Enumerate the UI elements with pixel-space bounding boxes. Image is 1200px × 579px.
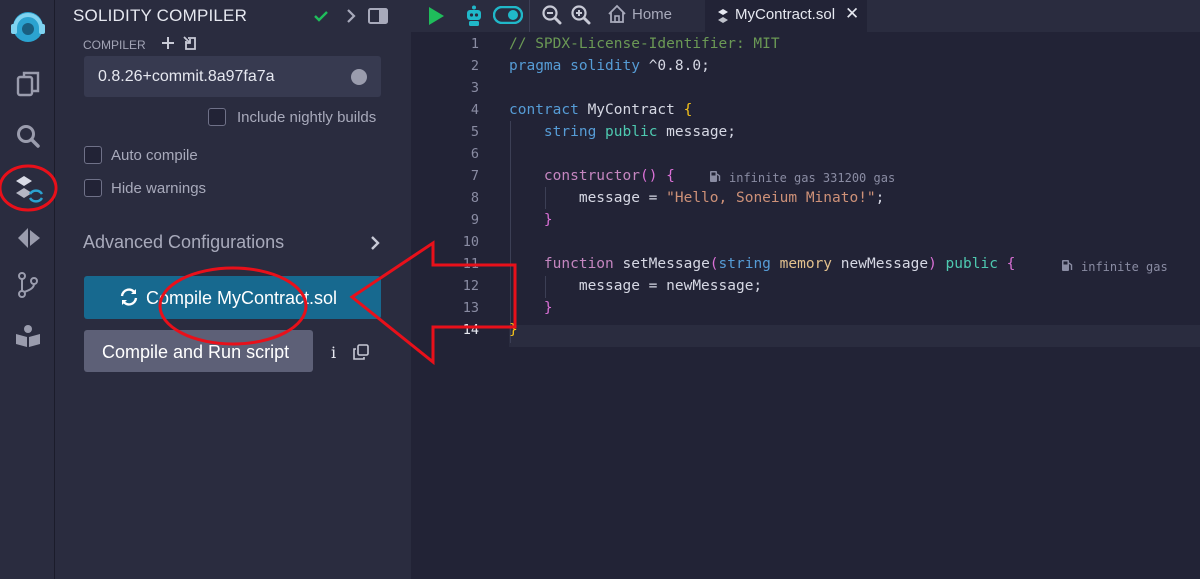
code-line: message = newMessage; (509, 278, 763, 294)
deploy-run-icon[interactable] (0, 222, 55, 254)
run-play-icon[interactable] (427, 6, 445, 31)
hide-warnings-checkbox[interactable] (84, 179, 102, 197)
copilot-robot-icon[interactable] (464, 5, 484, 32)
code-editor[interactable]: 1 2 3 4 5 6 7 8 9 10 11 12 13 14 // SPDX… (411, 33, 1200, 579)
code-line: } (543, 212, 553, 228)
remix-ide-window: SOLIDITY COMPILER COMPILER 0.8.26+commit… (0, 0, 1200, 579)
auto-compile-checkbox[interactable] (84, 146, 102, 164)
line-number: 11 (462, 256, 479, 272)
zoom-in-icon[interactable] (571, 5, 591, 30)
line-number: 4 (470, 102, 479, 118)
line-number: 13 (462, 300, 479, 316)
remix-logo-icon[interactable] (0, 4, 55, 50)
hide-warnings-label: Hide warnings (111, 180, 207, 197)
line-number: 8 (470, 190, 479, 206)
gas-pump-icon (709, 170, 721, 188)
gas-pump-icon (1061, 259, 1073, 277)
solidity-file-icon (717, 8, 729, 29)
compiler-version-select[interactable]: 0.8.26+commit.8a97fa7a (84, 56, 381, 97)
code-line: // SPDX-License-Identifier: MIT (509, 36, 780, 52)
compile-and-run-button[interactable]: Compile and Run script (84, 330, 313, 372)
line-number: 3 (470, 80, 479, 96)
info-icon[interactable]: i (331, 343, 336, 362)
tab-home[interactable]: Home (632, 6, 672, 23)
checkmark-icon (313, 6, 329, 26)
compile-and-run-label: Compile and Run script (102, 342, 290, 362)
code-line: pragma solidity ^0.8.0; (509, 58, 710, 74)
code-line: function setMessage(string memory newMes… (543, 256, 1016, 272)
nightly-builds-label: Include nightly builds (237, 109, 377, 126)
current-line-highlight (509, 325, 1200, 347)
learneth-icon[interactable] (0, 320, 55, 352)
code-line: message = "Hello, Soneium Minato!"; (509, 190, 885, 206)
code-line: constructor() { (543, 168, 675, 184)
select-arrows-icon (351, 69, 367, 85)
line-number: 14 (462, 322, 479, 338)
tab-mycontract-label: MyContract.sol (735, 6, 836, 23)
home-icon[interactable] (607, 4, 627, 29)
gas-estimate-setmessage: infinite gas (1081, 260, 1168, 274)
line-number: 10 (462, 234, 479, 250)
line-number: 1 (470, 36, 479, 52)
line-number: 2 (470, 58, 479, 74)
line-number: 5 (470, 124, 479, 140)
compile-button-label: Compile MyContract.sol (146, 288, 338, 308)
file-explorer-icon[interactable] (0, 68, 55, 100)
import-icon[interactable] (183, 35, 199, 56)
compiler-label: COMPILER (83, 38, 146, 52)
search-icon[interactable] (0, 120, 55, 152)
compile-button[interactable]: Compile MyContract.sol (84, 276, 381, 319)
nightly-builds-checkbox[interactable] (208, 108, 226, 126)
icon-rail (0, 0, 55, 579)
editor-top-bar: Home MyContract.sol ✕ (411, 0, 1200, 33)
line-number: 7 (470, 168, 479, 184)
solidity-compiler-icon[interactable] (0, 170, 55, 206)
close-icon[interactable]: ✕ (845, 4, 859, 24)
chevron-right-icon[interactable] (345, 6, 357, 26)
code-line: contract MyContract { (509, 102, 693, 118)
line-number: 9 (470, 212, 479, 228)
panel-toggle-icon[interactable] (368, 6, 388, 26)
advanced-chevron-icon[interactable] (369, 234, 381, 257)
zoom-out-icon[interactable] (542, 5, 562, 30)
solidity-compiler-panel: SOLIDITY COMPILER COMPILER 0.8.26+commit… (55, 0, 411, 579)
panel-title: SOLIDITY COMPILER (73, 6, 248, 25)
refresh-icon (119, 287, 139, 312)
tab-mycontract[interactable]: MyContract.sol ✕ (705, 0, 867, 33)
gas-estimate-constructor: infinite gas 331200 gas (729, 171, 896, 185)
git-icon[interactable] (0, 268, 55, 302)
line-number: 12 (462, 278, 479, 294)
toggle-switch-icon[interactable] (492, 5, 524, 29)
line-number: 6 (470, 146, 479, 162)
compiler-version-value: 0.8.26+commit.8a97fa7a (98, 68, 275, 85)
code-line: } (543, 300, 553, 316)
code-line: string public message; (543, 124, 737, 140)
topbar-divider (529, 0, 530, 32)
advanced-configurations-toggle[interactable]: Advanced Configurations (83, 232, 284, 253)
copy-icon[interactable] (353, 344, 369, 365)
add-icon[interactable] (161, 36, 175, 55)
auto-compile-label: Auto compile (111, 147, 198, 164)
code-line: } (509, 322, 518, 338)
